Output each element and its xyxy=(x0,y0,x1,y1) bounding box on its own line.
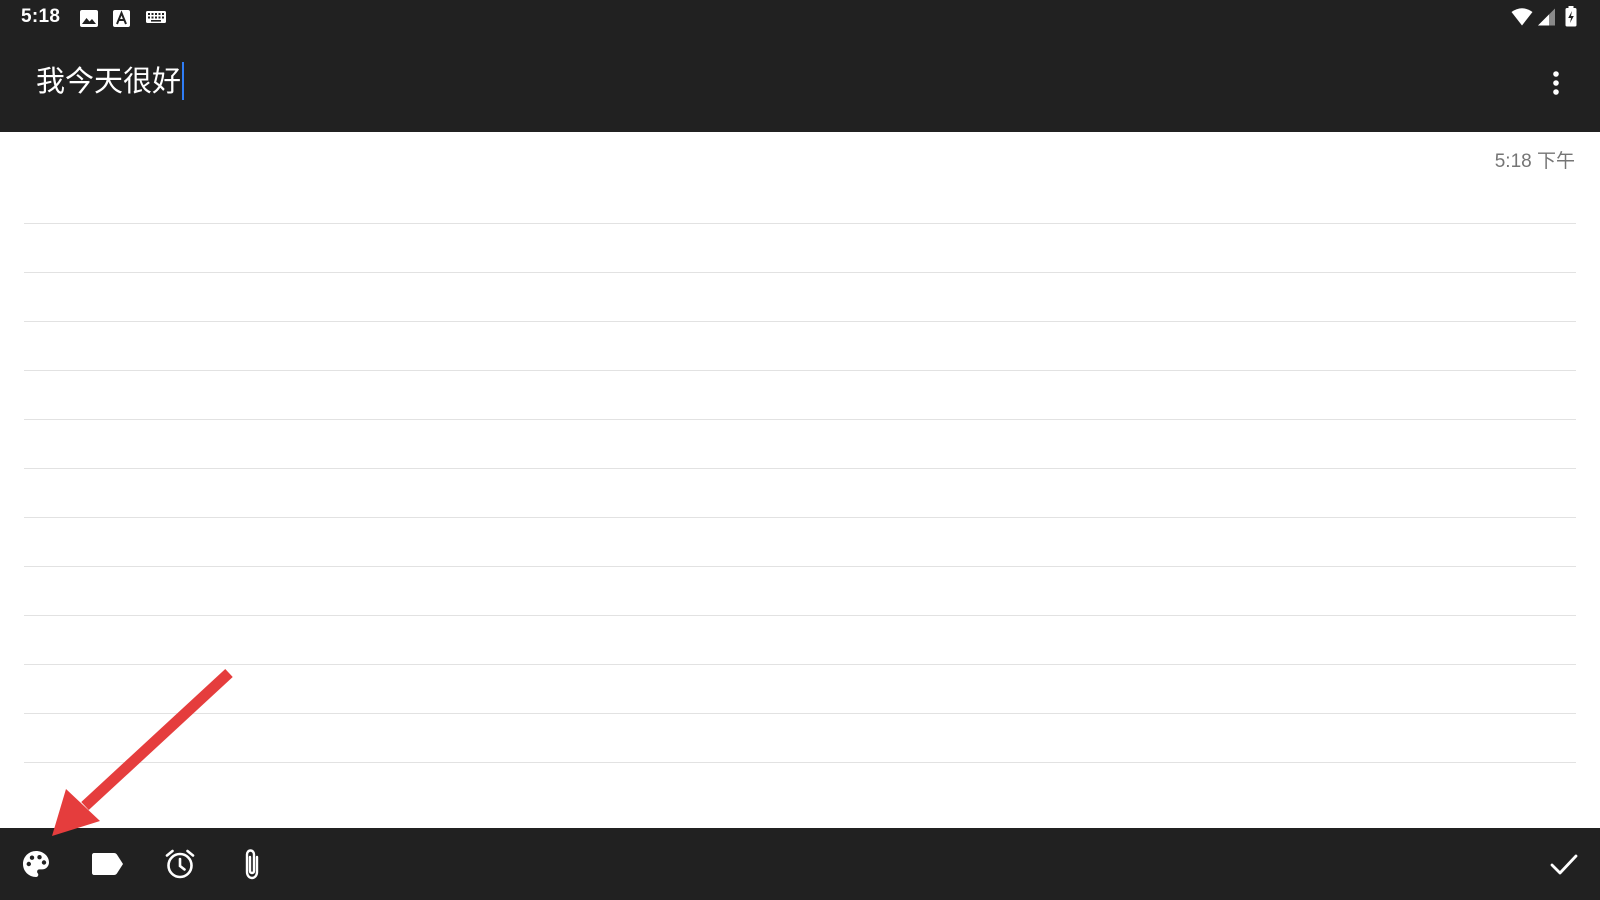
note-content-area: 5:18 下午 xyxy=(0,132,1600,828)
note-editor-screen: 5:18 我今天很好 5:18 下午 xyxy=(0,0,1600,900)
check-icon xyxy=(1550,854,1578,875)
text-cursor xyxy=(182,62,185,100)
app-toolbar: 我今天很好 xyxy=(0,37,1600,132)
more-vert-icon[interactable] xyxy=(1541,68,1571,98)
attach-button[interactable] xyxy=(230,842,274,886)
note-timestamp: 5:18 下午 xyxy=(1494,151,1575,172)
note-title-input[interactable]: 我今天很好 xyxy=(36,61,185,101)
save-check-button[interactable] xyxy=(1542,842,1586,886)
ruled-line xyxy=(24,615,1576,616)
color-palette-button[interactable] xyxy=(14,842,58,886)
palette-icon xyxy=(23,851,49,877)
ruled-line xyxy=(24,370,1576,371)
ruled-line xyxy=(24,713,1576,714)
reminder-button[interactable] xyxy=(158,842,202,886)
cell-signal-icon xyxy=(1538,8,1555,26)
a-box-icon xyxy=(113,10,130,27)
status-time: 5:18 xyxy=(21,6,61,27)
bottom-action-bar xyxy=(0,828,1600,900)
keyboard-icon xyxy=(146,11,166,23)
ruled-line xyxy=(24,468,1576,469)
attach-icon xyxy=(245,849,259,880)
ruled-line xyxy=(24,664,1576,665)
ruled-line xyxy=(24,566,1576,567)
ruled-line xyxy=(24,272,1576,273)
ruled-line xyxy=(24,762,1576,763)
ruled-line xyxy=(24,321,1576,322)
note-body-input[interactable] xyxy=(24,172,1576,812)
image-icon xyxy=(80,10,98,27)
label-button[interactable] xyxy=(86,842,130,886)
label-icon xyxy=(92,853,123,875)
alarm-icon xyxy=(165,849,195,879)
ruled-line xyxy=(24,517,1576,518)
note-title-text[interactable]: 我今天很好 xyxy=(36,61,181,101)
ruled-line xyxy=(24,223,1576,224)
wifi-icon xyxy=(1511,8,1533,26)
battery-charging-icon xyxy=(1565,6,1577,27)
status-bar: 5:18 xyxy=(0,0,1600,37)
ruled-line xyxy=(24,419,1576,420)
